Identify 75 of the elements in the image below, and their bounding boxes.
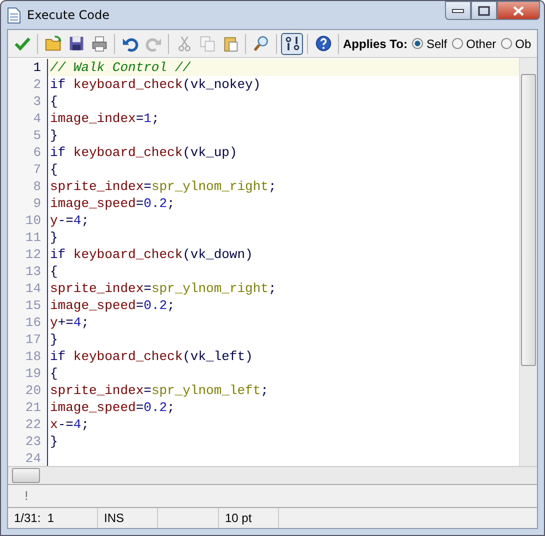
code-line: image_index=1; (49, 111, 160, 126)
magnifier-icon (252, 35, 270, 52)
line-number: 2 (8, 76, 48, 93)
line-number: 16 (8, 314, 48, 331)
line-number: 24 (8, 450, 48, 466)
code-line: sprite_index=spr_ylnom_right; (49, 281, 276, 296)
line-number: 19 (8, 365, 48, 382)
line-number: 6 (8, 144, 48, 161)
code-line: if keyboard_check(vk_down) (49, 247, 253, 262)
line-number: 10 (8, 212, 48, 229)
window-title: Execute Code (27, 8, 110, 22)
line-number: 17 (8, 331, 48, 348)
toggle-icon (284, 35, 300, 52)
line-number: 4 (8, 110, 48, 127)
line-number: 8 (8, 178, 48, 195)
line-number: 22 (8, 416, 48, 433)
close-icon (513, 6, 524, 16)
line-number: 18 (8, 348, 48, 365)
scissors-icon (176, 35, 192, 52)
line-number: 20 (8, 382, 48, 399)
line-number: 11 (8, 229, 48, 246)
code-line: y-=4; (49, 213, 90, 228)
line-number: 12 (8, 246, 48, 263)
line-number: 1 (8, 59, 48, 76)
code-line: } (49, 434, 58, 449)
code-line: sprite_index=spr_ylnom_left; (49, 383, 268, 398)
toggle-button[interactable] (281, 32, 303, 54)
code-line: { (49, 162, 58, 177)
line-number: 13 (8, 263, 48, 280)
line-number: 21 (8, 399, 48, 416)
code-line: { (49, 264, 58, 279)
status-field: 10 pt (219, 508, 279, 528)
line-number: 7 (8, 161, 48, 178)
maximize-button[interactable] (471, 1, 497, 20)
status-field: INS (98, 508, 158, 528)
code-line: if keyboard_check(vk_up) (49, 145, 238, 160)
code-line: } (49, 332, 58, 347)
minimize-button[interactable] (445, 1, 471, 20)
message-text: ! (24, 489, 29, 503)
line-number: 14 (8, 280, 48, 297)
code-line: image_speed=0.2; (49, 400, 175, 415)
code-line: if keyboard_check(vk_left) (49, 349, 253, 364)
vertical-scrollbar[interactable] (519, 58, 537, 466)
line-number: 15 (8, 297, 48, 314)
radio-option[interactable]: Other (452, 36, 496, 50)
code-line: // Walk Control // (49, 60, 190, 75)
code-line: x-=4; (49, 417, 90, 432)
radio-option[interactable]: Self (412, 36, 448, 50)
line-number: 3 (8, 93, 48, 110)
line-number: 23 (8, 433, 48, 450)
line-number: 5 (8, 127, 48, 144)
code-line: image_speed=0.2; (49, 298, 175, 313)
copy-icon (198, 35, 216, 52)
document-icon (7, 6, 21, 24)
printer-icon (90, 35, 108, 52)
code-line: } (49, 230, 58, 245)
code-line: image_speed=0.2; (49, 196, 175, 211)
status-field: 1/31: 1 (8, 508, 98, 528)
checkmark-icon (14, 35, 30, 52)
folder-icon (44, 35, 62, 52)
code-line: if keyboard_check(vk_nokey) (49, 77, 261, 92)
code-line: { (49, 94, 58, 109)
clipboard-icon (222, 35, 238, 52)
code-line: { (49, 366, 58, 381)
code-line: y+=4; (49, 315, 90, 330)
applies-to-label: Applies To: (343, 36, 408, 50)
code-line: sprite_index=spr_ylnom_right; (49, 179, 276, 194)
maximize-icon (478, 6, 490, 16)
horizontal-scrollbar[interactable] (8, 467, 537, 485)
help-icon (314, 35, 332, 52)
close-button[interactable] (497, 1, 540, 20)
code-line: } (49, 128, 58, 143)
radio-option[interactable]: Ob (501, 36, 532, 50)
minimize-icon (452, 8, 464, 12)
line-number: 9 (8, 195, 48, 212)
